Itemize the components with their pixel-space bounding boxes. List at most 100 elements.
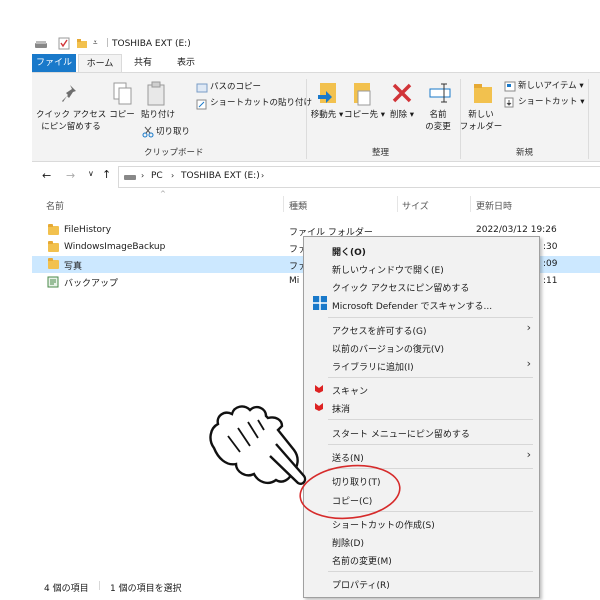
group-organize-label: 整理 [372, 148, 390, 158]
copy-to-button[interactable]: コピー先 ▾ [344, 109, 385, 121]
tab-view[interactable]: 表示 [166, 54, 206, 72]
backup-file-icon [47, 276, 59, 288]
folder-icon [48, 258, 59, 269]
cut-button[interactable]: 切り取り [156, 126, 190, 138]
pointing-hand-illustration [209, 405, 307, 485]
breadcrumb-chevron: › [261, 171, 265, 180]
new-item-label: 新しいアイテム [518, 81, 577, 91]
group-separator [306, 79, 307, 159]
submenu-arrow-icon: › [526, 357, 531, 370]
delete-button[interactable]: 削除 ▾ [384, 109, 420, 121]
file-name: 写真 [64, 262, 83, 272]
back-arrow-icon[interactable]: ← [42, 169, 51, 182]
breadcrumb-chevron: › [141, 171, 145, 180]
paste-icon [147, 81, 165, 106]
forward-arrow-icon[interactable]: → [66, 169, 75, 182]
rename-label-1: 名前 [429, 110, 447, 120]
submenu-arrow-icon: › [526, 321, 531, 334]
column-size[interactable]: サイズ [402, 199, 429, 212]
mcafee-icon [315, 403, 323, 411]
address-bar[interactable]: › PC › TOSHIBA EXT (E:) › [118, 166, 600, 188]
file-date: :09 [543, 259, 558, 269]
move-to-button[interactable]: 移動先 ▾ [310, 109, 344, 121]
drive-icon [124, 175, 136, 180]
menu-pin-start[interactable]: スタート メニューにピン留めする [332, 427, 470, 440]
pin-icon [62, 85, 76, 102]
status-separator: | [98, 581, 102, 591]
rename-label-2: の変更 [425, 122, 451, 132]
breadcrumb-pc[interactable]: PC [151, 171, 163, 181]
new-folder-button[interactable]: 新しい フォルダー [458, 109, 504, 133]
column-divider [283, 196, 284, 212]
drive-icon [35, 41, 47, 48]
column-name[interactable]: 名前 [46, 199, 64, 212]
submenu-arrow-icon: › [526, 448, 531, 461]
file-name: FileHistory [64, 225, 112, 235]
menu-wipe[interactable]: 抹消 [332, 402, 350, 415]
group-separator [588, 79, 589, 159]
paste-button[interactable]: 貼り付け [138, 109, 178, 121]
menu-pin-quick-access[interactable]: クイック アクセスにピン留めする [332, 281, 469, 294]
menu-open-new-window[interactable]: 新しいウィンドウで開く(E) [332, 263, 444, 276]
easy-access-label: ショートカット [518, 97, 578, 107]
breadcrumb-drive[interactable]: TOSHIBA EXT (E:) [181, 171, 260, 181]
group-clipboard-label: クリップボード [144, 148, 204, 158]
menu-give-access[interactable]: アクセスを許可する(G) [332, 324, 427, 337]
menu-separator [328, 317, 533, 318]
menu-restore-previous[interactable]: 以前のバージョンの復元(V) [332, 342, 444, 355]
paste-shortcut-button[interactable]: ショートカットの貼り付け [210, 97, 312, 109]
menu-delete[interactable]: 削除(D) [332, 536, 364, 549]
easy-access-icon [504, 97, 514, 108]
new-folder-label-2: フォルダー [459, 122, 503, 132]
delete-x-icon [392, 83, 412, 103]
paste-shortcut-icon [196, 99, 207, 110]
copy-button[interactable]: コピー [106, 109, 138, 121]
title-separator: | [106, 38, 110, 48]
qat-dropdown-icon[interactable]: ⩡ [93, 38, 98, 48]
tab-file[interactable]: ファイル [32, 54, 76, 72]
menu-separator [328, 419, 533, 420]
file-type: Mi [289, 276, 300, 286]
column-type[interactable]: 種類 [289, 199, 307, 212]
easy-access-button[interactable]: ショートカット ▾ [518, 96, 584, 108]
new-item-icon [504, 81, 516, 92]
status-bar: 4 個の項目 | 1 個の項目を選択 [32, 578, 600, 596]
file-date: :11 [543, 276, 558, 286]
properties-check-icon[interactable] [58, 37, 70, 50]
file-date: :30 [543, 242, 558, 252]
new-folder-icon[interactable] [76, 38, 88, 49]
folder-icon [48, 241, 59, 252]
file-name: WindowsImageBackup [64, 242, 166, 252]
tab-home[interactable]: ホーム [78, 54, 122, 73]
copy-to-icon [354, 83, 371, 106]
menu-separator [328, 377, 533, 378]
rename-button[interactable]: 名前 の変更 [420, 109, 456, 133]
folder-icon [48, 224, 59, 235]
scissors-icon [142, 126, 154, 138]
copy-path-icon [196, 83, 208, 93]
menu-separator [328, 571, 533, 572]
new-item-button[interactable]: 新しいアイテム ▾ [518, 80, 584, 92]
up-arrow-icon[interactable]: ↑ [102, 168, 111, 181]
recent-dropdown-icon[interactable]: ∨ [88, 169, 94, 178]
menu-add-library[interactable]: ライブラリに追加(I) [332, 360, 414, 373]
pin-label-2: にピン留めする [41, 122, 101, 132]
tab-share[interactable]: 共有 [124, 54, 162, 72]
group-new-label: 新規 [516, 148, 534, 158]
column-date[interactable]: 更新日時 [476, 199, 512, 212]
context-menu: 開く(O) 新しいウィンドウで開く(E) クイック アクセスにピン留めする Mi… [303, 236, 540, 598]
move-to-label: 移動先 [310, 110, 337, 120]
breadcrumb-chevron: › [171, 171, 175, 180]
pin-quick-access-button[interactable]: クイック アクセス にピン留めする [36, 109, 106, 133]
delete-label: 削除 [390, 110, 408, 120]
menu-open[interactable]: 開く(O) [332, 245, 366, 258]
file-name: バックアップ [64, 279, 119, 289]
file-date: 2022/03/12 19:26 [476, 225, 557, 235]
menu-rename[interactable]: 名前の変更(M) [332, 554, 392, 567]
menu-defender-scan[interactable]: Microsoft Defender でスキャンする... [332, 299, 492, 312]
status-selected: 1 個の項目を選択 [110, 584, 182, 594]
menu-scan[interactable]: スキャン [332, 384, 368, 397]
copy-path-button[interactable]: パスのコピー [210, 81, 261, 93]
copy-to-label: コピー先 [344, 110, 379, 120]
defender-shield-icon [313, 296, 327, 310]
